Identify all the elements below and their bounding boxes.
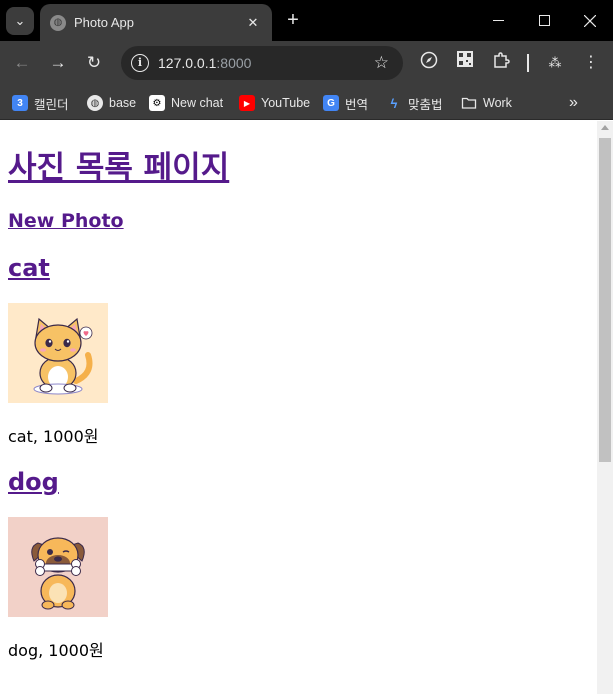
bookmark-new-chat[interactable]: ⚙ New chat xyxy=(149,91,223,115)
new-photo-link[interactable]: New Photo xyxy=(8,210,124,232)
qr-code-icon xyxy=(457,51,473,67)
minimize-button[interactable] xyxy=(475,0,521,41)
bookmark-youtube[interactable]: ▶ YouTube xyxy=(239,91,310,115)
extensions-button[interactable] xyxy=(489,51,513,75)
chatgpt-icon: ⚙ xyxy=(149,95,165,111)
spellcheck-icon: ϟ xyxy=(390,95,398,111)
more-vert-icon: ⋮ xyxy=(583,54,599,71)
compass-extension-button[interactable] xyxy=(417,51,441,75)
sparkle-icon: ⁂ xyxy=(548,55,562,70)
photo-caption: cat, 1000원 xyxy=(8,427,99,446)
bookmark-calendar[interactable]: 3 캘린더 xyxy=(12,91,69,115)
page-heading-link[interactable]: 사진 목록 페이지 xyxy=(8,150,229,186)
menu-button[interactable]: ⋮ xyxy=(579,51,603,75)
bookmark-label: New chat xyxy=(171,96,224,110)
globe-icon: ◍ xyxy=(50,14,66,31)
google-translate-icon: G xyxy=(323,95,339,111)
puzzle-icon xyxy=(494,52,510,68)
youtube-icon: ▶ xyxy=(239,95,255,111)
minimize-icon xyxy=(492,20,504,21)
maximize-icon xyxy=(538,15,550,26)
photo-title: cat xyxy=(8,253,597,283)
close-tab-icon[interactable]: ✕ xyxy=(244,15,262,31)
photo-item-dog: dog dog, 1000원 xyxy=(8,467,597,661)
folder-icon xyxy=(461,97,477,109)
page-viewport: 사진 목록 페이지 New Photo cat cat, 1000원 dog d… xyxy=(0,121,597,694)
reload-icon: ↻ xyxy=(86,53,102,72)
bookmark-translate[interactable]: G 번역 xyxy=(323,91,368,115)
bookmark-label: 맞춤법 xyxy=(408,97,443,112)
browser-toolbar: ← → ↻ i 127.0.0.1:8000 ☆ ⁂ ⋮ xyxy=(0,41,613,85)
reload-button[interactable]: ↻ xyxy=(81,50,107,76)
photo-title: dog xyxy=(8,467,597,497)
scroll-up-arrow-icon[interactable] xyxy=(601,125,609,130)
bookmarks-bar: 3 캘린더 ◍ base ⚙ New chat ▶ YouTube G 번역 ϟ… xyxy=(0,85,613,120)
info-icon[interactable]: i xyxy=(131,54,149,72)
dog-image xyxy=(8,517,108,617)
browser-tab[interactable]: ◍ Photo App ✕ xyxy=(40,4,272,41)
calendar-icon: 3 xyxy=(12,95,28,111)
new-tab-button[interactable]: + xyxy=(282,9,304,31)
tab-title: Photo App xyxy=(74,15,134,30)
vertical-scrollbar[interactable] xyxy=(597,121,613,694)
profile-extension-button[interactable]: ⁂ xyxy=(543,51,567,75)
bookmark-spellcheck[interactable]: ϟ 맞춤법 xyxy=(386,91,443,115)
bookmark-label: Work xyxy=(483,96,512,110)
qr-extension-button[interactable] xyxy=(453,51,477,75)
url-port: :8000 xyxy=(216,55,252,71)
arrow-left-icon: ← xyxy=(13,53,31,72)
bookmark-label: base xyxy=(109,96,137,110)
toolbar-divider xyxy=(527,54,529,72)
scrollbar-thumb[interactable] xyxy=(599,138,611,462)
more-bookmarks-button[interactable]: » xyxy=(569,91,578,115)
photo-caption: dog, 1000원 xyxy=(8,641,104,660)
bookmark-label: 번역 xyxy=(345,97,369,112)
arrow-right-icon: → xyxy=(49,53,67,72)
double-chevron-right-icon: » xyxy=(569,94,578,111)
close-window-button[interactable] xyxy=(567,0,613,41)
photo-title-link[interactable]: cat xyxy=(8,254,50,282)
maximize-button[interactable] xyxy=(521,0,567,41)
back-button[interactable]: ← xyxy=(9,50,35,76)
chevron-down-icon: ⌄ xyxy=(14,13,26,28)
globe-icon: ◍ xyxy=(87,95,103,111)
page-heading: 사진 목록 페이지 xyxy=(8,149,597,187)
page-content: 사진 목록 페이지 New Photo cat cat, 1000원 dog d… xyxy=(0,149,597,661)
new-photo-heading: New Photo xyxy=(8,209,597,233)
bookmark-work-folder[interactable]: Work xyxy=(461,91,512,115)
bookmark-base[interactable]: ◍ base xyxy=(87,91,136,115)
cat-image xyxy=(8,303,108,403)
bookmark-label: 캘린더 xyxy=(34,97,69,112)
address-bar[interactable]: i 127.0.0.1:8000 ☆ xyxy=(121,46,403,80)
forward-button[interactable]: → xyxy=(45,50,71,76)
compass-icon xyxy=(420,51,438,69)
photo-item-cat: cat cat, 1000원 xyxy=(8,253,597,447)
bookmark-label: YouTube xyxy=(261,96,311,110)
url-text[interactable]: 127.0.0.1:8000 xyxy=(158,55,251,71)
close-icon xyxy=(584,14,596,27)
tab-bar: ⌄ ◍ Photo App ✕ + xyxy=(0,0,613,41)
bookmark-star-icon[interactable]: ☆ xyxy=(374,53,389,73)
photo-title-link[interactable]: dog xyxy=(8,468,59,496)
url-host: 127.0.0.1 xyxy=(158,55,217,71)
tab-search-button[interactable]: ⌄ xyxy=(6,7,34,35)
